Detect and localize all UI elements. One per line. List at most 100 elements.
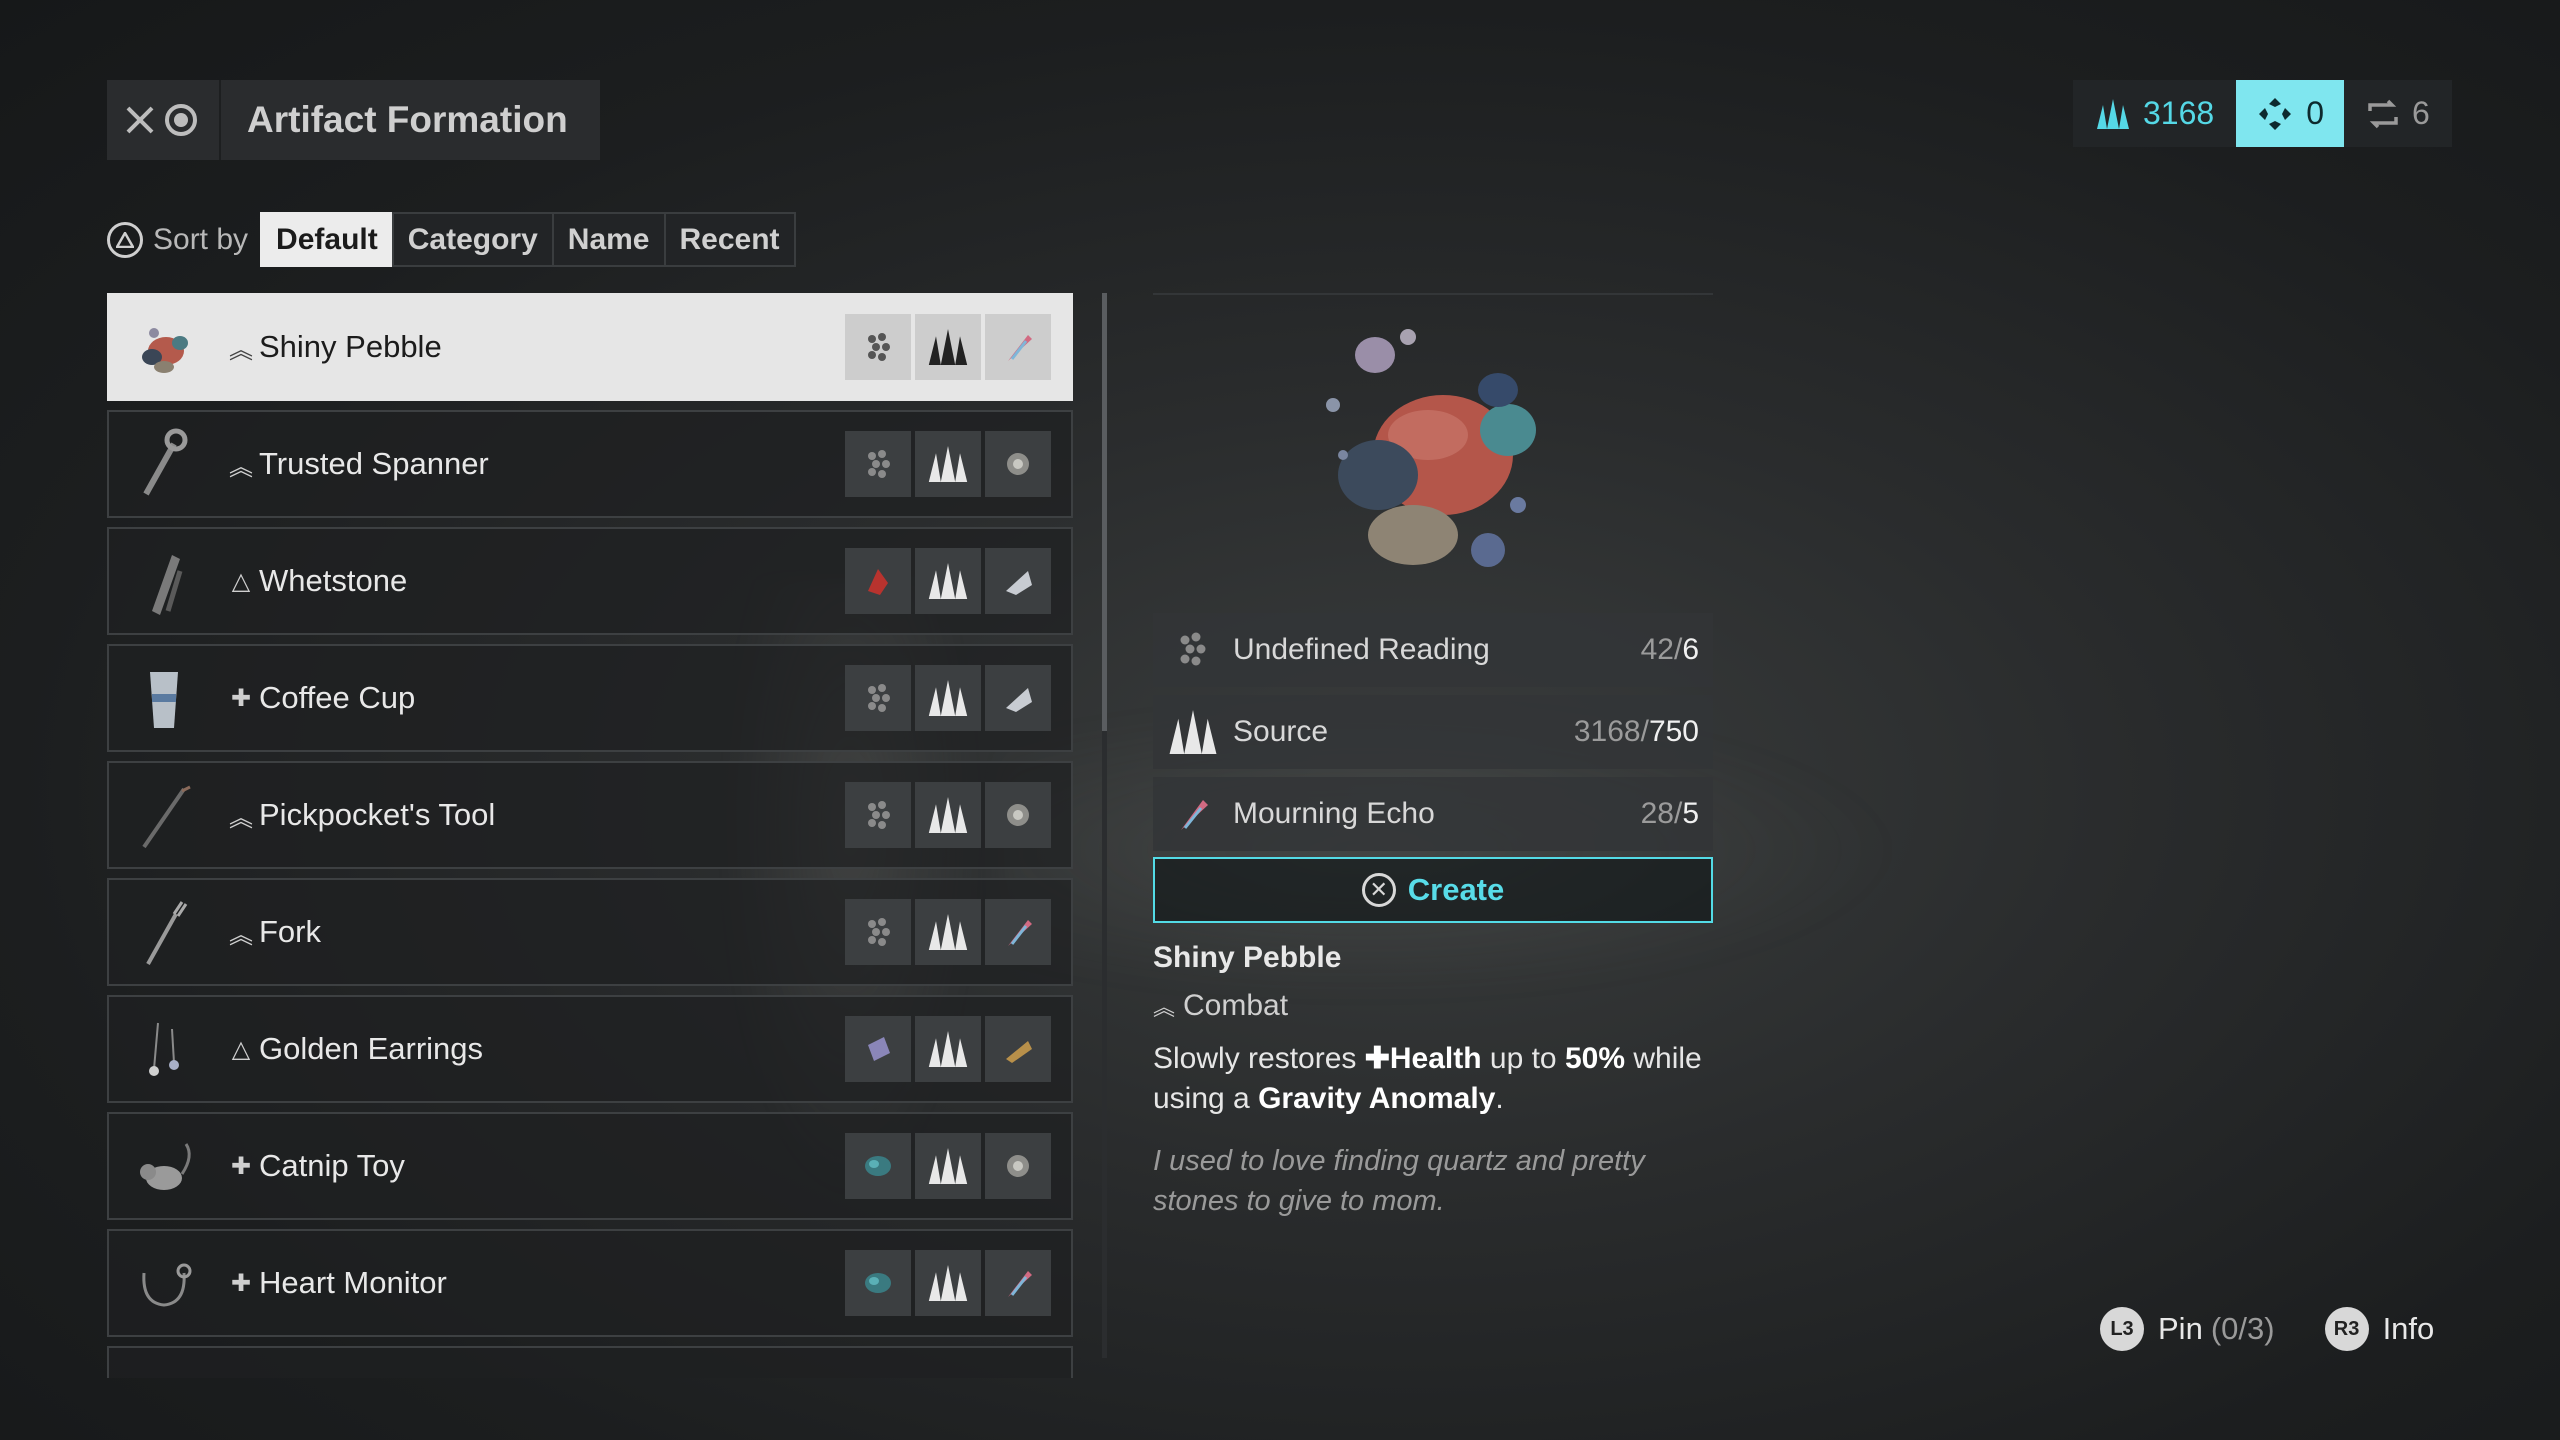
source-icon [915, 782, 981, 848]
mourning-echo-icon [985, 314, 1051, 380]
item-name: Golden Earrings [259, 1031, 484, 1066]
emitter-icon [985, 782, 1051, 848]
create-button[interactable]: ✕ Create [1153, 857, 1713, 923]
material-icons [841, 548, 1051, 614]
undefined-reading-icon [845, 782, 911, 848]
close-icon[interactable] [123, 103, 157, 137]
silver-shard-icon [985, 548, 1051, 614]
l3-button-icon[interactable]: L3 [2100, 1307, 2144, 1351]
requirement-quantity: 3168/750 [1573, 715, 1699, 748]
heart-monitor-thumbnail [109, 1231, 219, 1335]
list-item[interactable]: ✚ Coffee Cup [107, 644, 1073, 752]
material-icons [841, 1133, 1051, 1199]
material-icons [841, 431, 1051, 497]
item-name: Pickpocket's Tool [259, 797, 496, 832]
material-icons [841, 899, 1051, 965]
item-name: Trusted Spanner [259, 446, 489, 481]
create-label: Create [1407, 872, 1505, 907]
fork-thumbnail [109, 880, 219, 984]
list-item[interactable]: ︽ Trusted Spanner [107, 410, 1073, 518]
artifact-description: Slowly restores ✚Health up to 50% while … [1153, 1042, 1702, 1115]
artifact-category: ︽ Combat [1153, 989, 1289, 1022]
source-icon [915, 1016, 981, 1082]
requirement-name: Source [1233, 715, 1329, 748]
list-item[interactable]: ✚ Heart Monitor [107, 1229, 1073, 1337]
triangle-button-icon[interactable] [107, 221, 143, 258]
silver-shard-icon [985, 665, 1051, 731]
tier-chevron-icon: ︽ [229, 921, 253, 949]
list-item[interactable] [107, 1346, 1073, 1378]
swap-value: 6 [2411, 95, 2430, 131]
spanner-thumbnail [109, 412, 219, 516]
scrollbar-thumb[interactable] [1102, 293, 1107, 731]
teal-ore-icon [845, 1250, 911, 1316]
undefined-reading-icon [845, 431, 911, 497]
circle-button-icon[interactable] [165, 104, 197, 136]
golden-earrings-thumbnail [109, 997, 219, 1101]
requirement-quantity: 28/5 [1640, 797, 1699, 830]
info-label[interactable]: Info [2383, 1311, 2435, 1347]
artifact-name: Shiny Pebble [1153, 941, 1342, 974]
button-prompts: L3 Pin (0/3) R3 Info [2100, 1307, 2434, 1351]
artifact-list: ︽ Shiny Pebble ︽ Trusted Spanner △ Whets… [107, 293, 1073, 1378]
health-plus-icon: ✚ [1364, 1042, 1390, 1075]
requirement-name: Mourning Echo [1233, 797, 1435, 830]
cross-button-icon: ✕ [1361, 873, 1396, 907]
source-icon [915, 1250, 981, 1316]
pebble-thumbnail [109, 295, 219, 399]
mourning-echo-icon [1153, 792, 1233, 836]
emitter-icon [985, 1133, 1051, 1199]
list-scrollbar[interactable] [1102, 293, 1107, 1358]
sort-option-recent[interactable]: Recent [663, 212, 796, 267]
tier-chevron-icon: ︽ [229, 336, 253, 364]
menu-header: Artifact Formation [107, 80, 600, 160]
requirement-name: Undefined Reading [1233, 633, 1490, 666]
tier-plus-icon: ✚ [230, 1269, 252, 1297]
item-name: Heart Monitor [259, 1265, 447, 1300]
list-item[interactable]: ︽ Shiny Pebble [107, 293, 1073, 401]
source-icon [915, 314, 981, 380]
coffee-cup-thumbnail [109, 646, 219, 750]
source-icon [915, 1133, 981, 1199]
sort-option-name[interactable]: Name [551, 212, 666, 267]
tier-plus-icon: ✚ [230, 684, 252, 712]
sort-option-default[interactable]: Default [260, 212, 394, 267]
requirement-undefined-reading: Undefined Reading 42/6 [1153, 613, 1713, 687]
purple-crystal-icon [845, 1016, 911, 1082]
list-item[interactable]: △ Golden Earrings [107, 995, 1073, 1103]
gold-shard-icon [985, 1016, 1051, 1082]
requirement-quantity: 42/6 [1640, 633, 1699, 666]
tier-triangle-icon: △ [231, 567, 251, 595]
item-name: Coffee Cup [259, 680, 416, 715]
sort-option-category[interactable]: Category [391, 212, 554, 267]
source-currency: 3168 [2073, 80, 2236, 147]
teal-ore-icon [845, 1133, 911, 1199]
source-icon [915, 431, 981, 497]
whetstone-thumbnail [109, 529, 219, 633]
swap-icon [2368, 99, 2398, 128]
item-name: Whetstone [259, 563, 408, 598]
tier-chevron-icon: ︽ [229, 453, 253, 481]
list-item[interactable]: ︽ Pickpocket's Tool [107, 761, 1073, 869]
shiny-pebble-image [1153, 295, 1713, 605]
r3-button-icon[interactable]: R3 [2324, 1307, 2369, 1351]
sort-label: Sort by [153, 222, 249, 256]
requirement-source: Source 3168/750 [1153, 695, 1713, 769]
artifact-flavor-text: I used to love finding quartz and pretty… [1153, 1145, 1645, 1217]
requirement-mourning-echo: Mourning Echo 28/5 [1153, 777, 1713, 851]
list-item[interactable]: ︽ Fork [107, 878, 1073, 986]
pin-label[interactable]: Pin [2158, 1311, 2203, 1347]
tier-chevron-icon: ︽ [1153, 995, 1176, 1020]
list-item[interactable]: △ Whetstone [107, 527, 1073, 635]
source-value: 3168 [2143, 95, 2215, 131]
undefined-reading-icon [845, 314, 911, 380]
page-title: Artifact Formation [247, 99, 568, 140]
pin-count: (0/3) [2210, 1311, 2275, 1346]
red-crystal-icon [845, 548, 911, 614]
header-divider [219, 80, 221, 160]
material-icons [841, 665, 1051, 731]
currency-bar: 3168 0 6 [2073, 80, 2452, 147]
mourning-echo-icon [985, 899, 1051, 965]
source-icon [2097, 98, 2129, 129]
list-item[interactable]: ✚ Catnip Toy [107, 1112, 1073, 1220]
